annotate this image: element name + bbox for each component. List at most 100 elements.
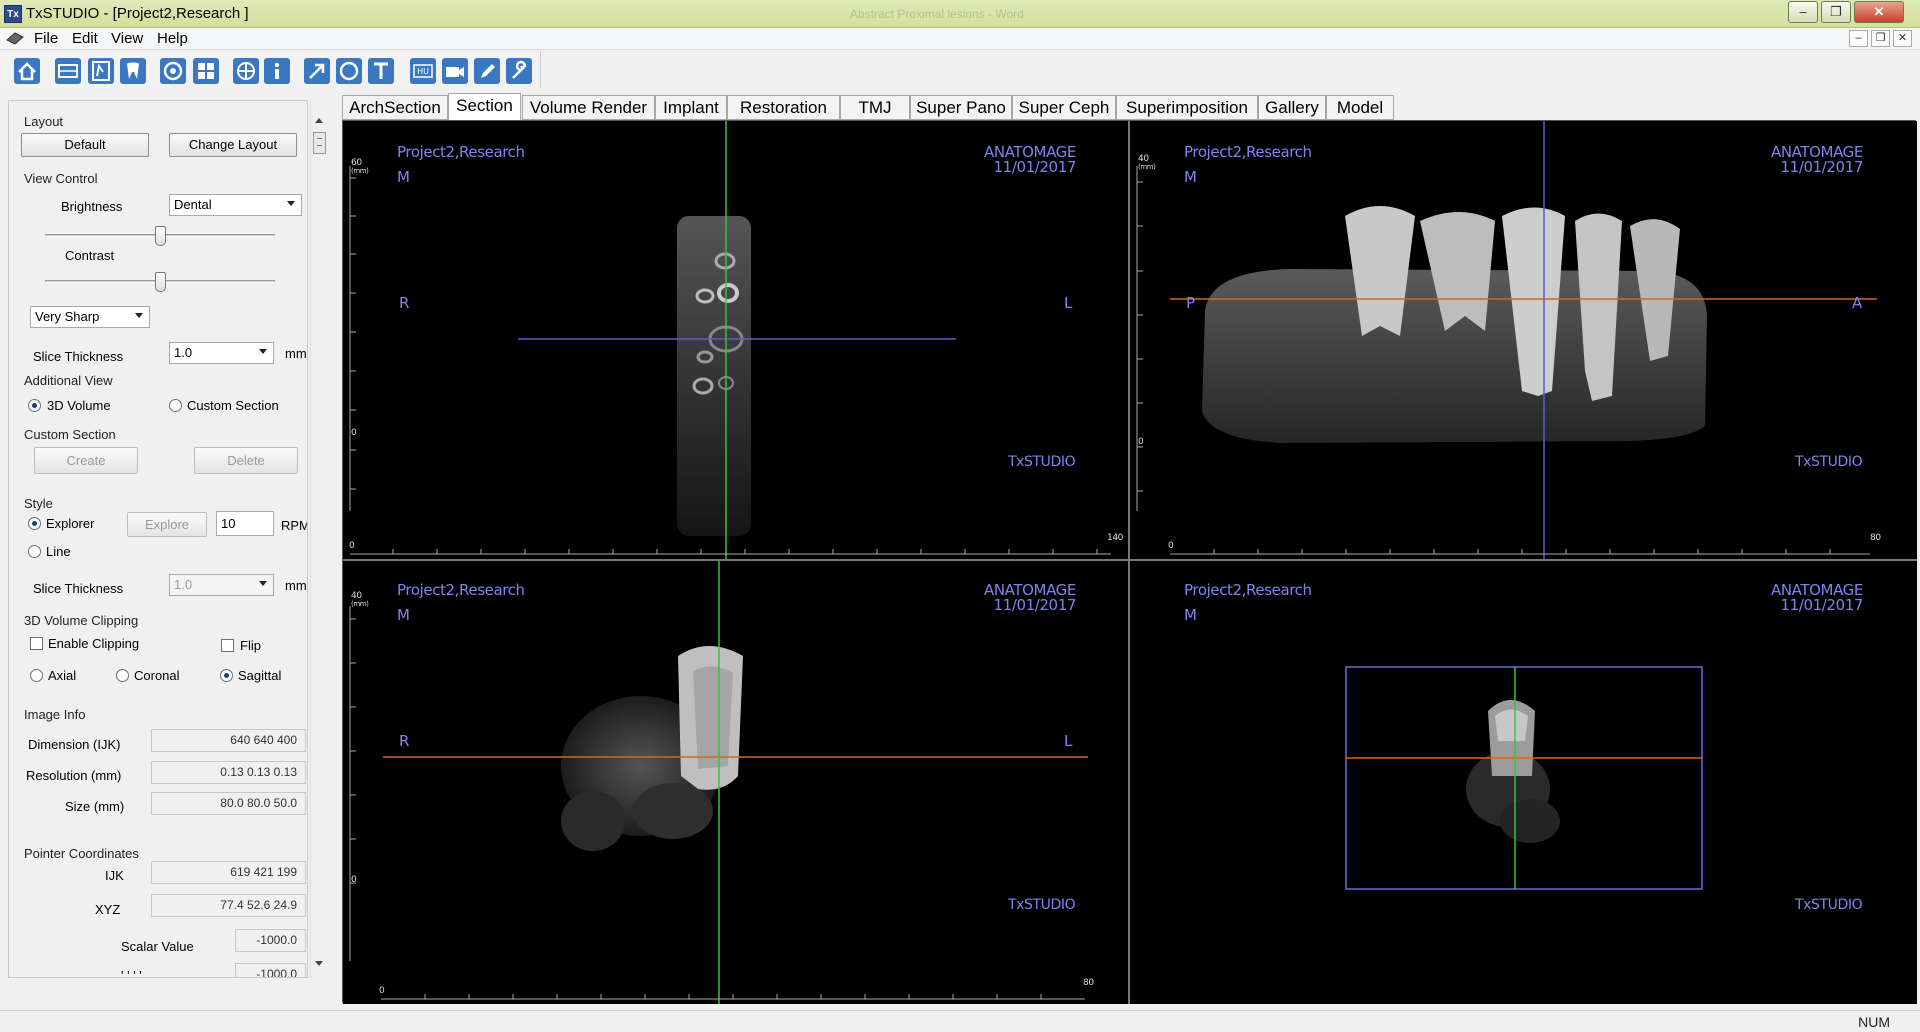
- tab-volume-render[interactable]: Volume Render: [522, 95, 655, 120]
- tab-archsection[interactable]: ArchSection: [342, 95, 448, 120]
- patient-label: Project2,Research: [1184, 143, 1312, 161]
- delete-button[interactable]: Delete: [194, 447, 298, 474]
- volume-icon[interactable]: [160, 58, 186, 84]
- viewport-3d-volume[interactable]: Project2,Research ANATOMAGE 11/01/2017 M…: [1130, 561, 1917, 1004]
- tab-gallery[interactable]: Gallery: [1258, 95, 1326, 120]
- ruler-zero-h: 0: [379, 986, 385, 996]
- style-section-label: Style: [24, 496, 53, 511]
- custom-section-radio[interactable]: [169, 399, 182, 412]
- dimension-value: 640 640 400: [151, 729, 306, 752]
- circle-icon[interactable]: [336, 58, 362, 84]
- coronal-label: Coronal: [134, 668, 180, 683]
- pano-icon[interactable]: [55, 58, 81, 84]
- date-label: 11/01/2017: [1780, 158, 1864, 176]
- tab-super-pano[interactable]: Super Pano: [910, 95, 1012, 120]
- hu-icon[interactable]: HU: [410, 58, 436, 84]
- additional-view-section-label: Additional View: [24, 373, 113, 388]
- tab-restoration[interactable]: Restoration: [727, 95, 840, 120]
- xyz-value: 77.4 52.6 24.9: [151, 894, 306, 917]
- pen-icon[interactable]: [474, 58, 500, 84]
- home-icon[interactable]: [14, 58, 40, 84]
- brightness-slider-thumb[interactable]: [155, 226, 166, 246]
- filter-dropdown[interactable]: Very Sharp: [30, 306, 150, 328]
- ruler-zero-h: 0: [1168, 541, 1174, 551]
- slice-thickness-dropdown[interactable]: 1.0: [169, 342, 274, 364]
- tab-model[interactable]: Model: [1326, 95, 1394, 120]
- brightness-preset-dropdown[interactable]: Dental: [169, 194, 302, 216]
- menu-bar: File Edit View Help – ❐ ✕: [0, 28, 1920, 50]
- toolbar-empty-area: [540, 52, 1920, 88]
- sagittal-radio[interactable]: [220, 669, 233, 682]
- info-icon[interactable]: [264, 58, 290, 84]
- mdi-restore-button[interactable]: ❐: [1871, 30, 1890, 47]
- explore-button[interactable]: Explore: [127, 512, 207, 537]
- text-icon[interactable]: [368, 58, 394, 84]
- implant-icon[interactable]: [233, 58, 259, 84]
- default-layout-button[interactable]: Default: [21, 133, 149, 157]
- explorer-label: Explorer: [46, 516, 95, 531]
- explorer-radio[interactable]: [28, 517, 41, 530]
- layout-icon[interactable]: [193, 58, 219, 84]
- orientation-right: A: [1852, 294, 1862, 312]
- tab-superimposition[interactable]: Superimposition: [1116, 95, 1258, 120]
- enable-clipping-checkbox[interactable]: [30, 637, 43, 650]
- menu-help[interactable]: Help: [157, 30, 188, 47]
- axial-radio[interactable]: [30, 669, 43, 682]
- ceph-icon[interactable]: [88, 58, 114, 84]
- scroll-thumb[interactable]: [313, 132, 326, 154]
- ruler-end-label: 80: [1083, 978, 1094, 988]
- viewport-splitter-horizontal[interactable]: [343, 559, 1917, 561]
- 3d-volume-radio[interactable]: [28, 399, 41, 412]
- contrast-slider-thumb[interactable]: [155, 272, 166, 292]
- tooth-icon[interactable]: [120, 58, 146, 84]
- tab-super-ceph[interactable]: Super Ceph: [1012, 95, 1116, 120]
- watermark: TxSTUDIO: [1795, 454, 1863, 470]
- flip-checkbox[interactable]: [221, 639, 234, 652]
- menu-view[interactable]: View: [111, 30, 143, 47]
- viewport-axial[interactable]: Project2,Research ANATOMAGE 11/01/2017 M…: [343, 561, 1128, 1004]
- scroll-down-icon[interactable]: [314, 960, 324, 968]
- tab-section[interactable]: Section: [448, 93, 521, 121]
- rpm-input[interactable]: 10: [216, 511, 274, 536]
- scroll-up-icon[interactable]: [314, 116, 324, 124]
- maximize-button[interactable]: ❐: [1821, 1, 1851, 23]
- mdi-close-button[interactable]: ✕: [1893, 30, 1912, 47]
- style-slice-thickness-dropdown[interactable]: 1.0: [169, 574, 274, 596]
- mdi-minimize-button[interactable]: –: [1849, 30, 1868, 47]
- xyz-label: XYZ: [95, 902, 121, 917]
- orientation-top: M: [1184, 168, 1197, 186]
- panel-scrollbar[interactable]: [310, 100, 328, 978]
- viewport-splitter-vertical[interactable]: [1128, 121, 1130, 1004]
- ijk-value: 619 421 199: [151, 861, 306, 884]
- dimension-label: Dimension (IJK): [28, 737, 121, 752]
- line-radio[interactable]: [28, 545, 41, 558]
- change-layout-button[interactable]: Change Layout: [169, 133, 297, 157]
- ruler-zero-v: 0: [351, 875, 357, 885]
- date-label: 11/01/2017: [1780, 596, 1864, 614]
- horizontal-ruler: [350, 549, 1111, 555]
- arrow-icon[interactable]: [304, 58, 330, 84]
- slice-thickness-unit: mm: [285, 346, 307, 361]
- viewport-coronal[interactable]: Project2,Research ANATOMAGE 11/01/2017 M…: [343, 121, 1128, 559]
- enable-clipping-label: Enable Clipping: [48, 636, 140, 651]
- brightness-preset-value: Dental: [174, 197, 212, 212]
- app-menu-icon[interactable]: [6, 31, 24, 45]
- resolution-value: 0.13 0.13 0.13: [151, 761, 306, 784]
- tab-tmj[interactable]: TMJ: [840, 95, 910, 120]
- tab-implant[interactable]: Implant: [655, 95, 727, 120]
- close-button[interactable]: ✕: [1854, 1, 1904, 23]
- viewport-sagittal[interactable]: Project2,Research ANATOMAGE 11/01/2017 M…: [1130, 121, 1917, 559]
- create-button[interactable]: Create: [34, 447, 138, 474]
- chevron-down-icon: [259, 349, 267, 354]
- minimize-button[interactable]: –: [1788, 1, 1818, 23]
- menu-edit[interactable]: Edit: [72, 30, 98, 47]
- chevron-down-icon: [287, 201, 295, 206]
- wrench-icon[interactable]: [506, 58, 532, 84]
- slice-thickness-label: Slice Thickness: [33, 349, 124, 364]
- menu-file[interactable]: File: [34, 30, 58, 47]
- size-value: 80.0 80.0 50.0: [151, 792, 306, 815]
- coronal-radio[interactable]: [116, 669, 129, 682]
- camera-icon[interactable]: [442, 58, 468, 84]
- flip-label: Flip: [240, 638, 261, 653]
- slice-thickness-value: 1.0: [174, 345, 193, 360]
